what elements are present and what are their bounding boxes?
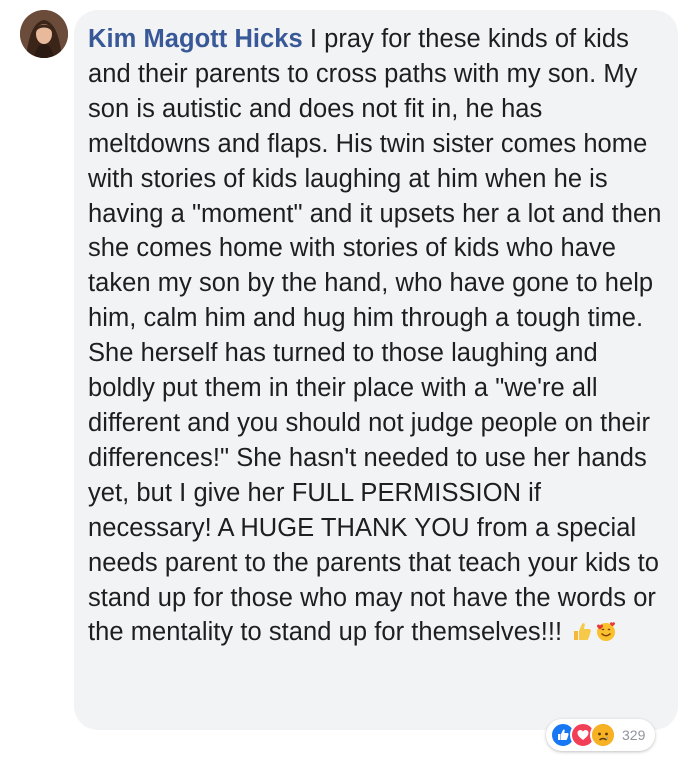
reaction-count: 329 (622, 727, 646, 743)
author-name-link[interactable]: Kim Magott Hicks (88, 25, 303, 53)
avatar[interactable] (20, 10, 68, 58)
comment-bubble: Kim Magott Hicks I pray for these kinds … (74, 10, 678, 730)
reactions-summary[interactable]: 329 (546, 719, 656, 751)
sad-reaction-icon (590, 722, 616, 748)
thumbs-up-emoji (571, 618, 593, 641)
comment-text: I pray for these kinds of kids and their… (88, 25, 662, 647)
comment-body: Kim Magott Hicks I pray for these kinds … (88, 22, 662, 650)
smiling-face-with-hearts-emoji (595, 618, 617, 642)
